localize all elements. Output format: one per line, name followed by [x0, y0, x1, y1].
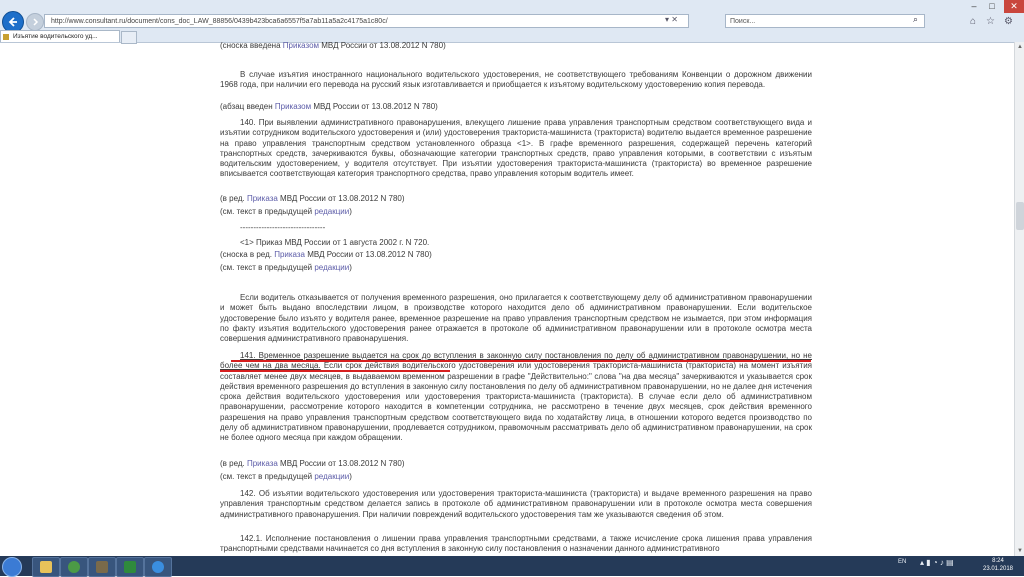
- chrome-icon: [68, 561, 80, 573]
- maximize-icon[interactable]: □: [984, 0, 1000, 13]
- forward-button[interactable]: [26, 13, 44, 31]
- paragraph-142: 142. Об изъятии водительского удостовере…: [220, 489, 812, 519]
- amendment-note: (в ред. Приказа МВД России от 13.08.2012…: [220, 194, 405, 203]
- refresh-icon[interactable]: ▾ ✕: [665, 15, 678, 24]
- amendment-note: (в ред. Приказа МВД России от 13.08.2012…: [220, 459, 405, 468]
- taskbar-excel[interactable]: [116, 557, 144, 577]
- taskbar-chrome[interactable]: [60, 557, 88, 577]
- taskbar-ie[interactable]: [144, 557, 172, 577]
- paragraph: Если водитель отказывается от получения …: [220, 293, 812, 344]
- paragraph: В случае изъятия иностранного национальн…: [220, 70, 812, 90]
- previous-edition-note: (см. текст в предыдущей редакции): [220, 263, 352, 272]
- link-redaktsii[interactable]: редакции: [314, 472, 349, 481]
- home-icon[interactable]: ⌂: [970, 16, 976, 27]
- previous-edition-note: (см. текст в предыдущей редакции): [220, 472, 352, 481]
- link-prikaz[interactable]: Приказом: [275, 102, 311, 111]
- red-underline: [231, 360, 811, 362]
- clock-time: 8:24: [992, 558, 1004, 564]
- taskbar-explorer[interactable]: [32, 557, 60, 577]
- clock[interactable]: 8:24 23.01.2018: [978, 557, 1018, 573]
- start-button[interactable]: [2, 557, 22, 577]
- tab-title: Изъятие водительского уд...: [13, 33, 98, 40]
- search-input[interactable]: Поиск...: [725, 14, 925, 28]
- search-icon[interactable]: ⌕: [913, 14, 918, 25]
- document-content: (сноска введена Приказом МВД России от 1…: [0, 42, 1014, 556]
- settings-icon[interactable]: ⚙: [1004, 16, 1013, 27]
- taskbar: EN ▴ ▮ ◔ ♪ ▤ 8:24 23.01.2018: [0, 556, 1024, 577]
- excel-icon: [124, 561, 136, 573]
- tab-active[interactable]: Изъятие водительского уд...: [0, 30, 120, 42]
- link-prikaz[interactable]: Приказа: [274, 250, 305, 259]
- red-underline: [220, 370, 450, 372]
- close-icon[interactable]: ✕: [1004, 0, 1024, 13]
- previous-edition-note: (см. текст в предыдущей редакции): [220, 207, 352, 216]
- amendment-note: (абзац введен Приказом МВД России от 13.…: [220, 102, 438, 111]
- amendment-note: (сноска в ред. Приказа МВД России от 13.…: [220, 250, 432, 259]
- paragraph-142-1: 142.1. Исполнение постановления о лишени…: [220, 534, 812, 554]
- taskbar-game[interactable]: [88, 557, 116, 577]
- arrow-right-icon: [33, 18, 39, 26]
- arrow-left-icon: [8, 17, 17, 27]
- link-redaktsii[interactable]: редакции: [314, 263, 349, 272]
- tray-icons[interactable]: ▴ ▮ ◔ ♪ ▤: [920, 558, 954, 567]
- separator: --------------------------------: [240, 223, 326, 232]
- footnote-intro: (сноска введена Приказом МВД России от 1…: [220, 42, 446, 50]
- game-icon: [96, 561, 108, 573]
- address-bar[interactable]: http://www.consultant.ru/document/cons_d…: [44, 14, 689, 28]
- scroll-down-icon[interactable]: ▼: [1015, 546, 1024, 556]
- folder-icon: [40, 561, 52, 573]
- paragraph-text: Если срок действия водительского удостов…: [220, 361, 812, 443]
- link-redaktsii[interactable]: редакции: [314, 207, 349, 216]
- favorites-icon[interactable]: ☆: [986, 16, 995, 27]
- ie-icon: [152, 561, 164, 573]
- link-prikaz[interactable]: Приказа: [247, 459, 278, 468]
- browser-toolbar: http://www.consultant.ru/document/cons_d…: [0, 0, 1024, 44]
- vertical-scrollbar[interactable]: ▲ ▼: [1014, 42, 1024, 556]
- link-prikaz[interactable]: Приказом: [283, 42, 319, 50]
- scroll-up-icon[interactable]: ▲: [1015, 42, 1024, 52]
- language-indicator[interactable]: EN: [898, 559, 906, 565]
- paragraph-141: 141. Временное разрешение выдается на ср…: [220, 351, 812, 444]
- scrollbar-thumb[interactable]: [1016, 202, 1024, 230]
- clock-date: 23.01.2018: [982, 566, 1014, 572]
- minimize-icon[interactable]: –: [966, 0, 982, 13]
- page-favicon-icon: [3, 34, 9, 40]
- footnote-1: <1> Приказ МВД России от 1 августа 2002 …: [240, 238, 430, 247]
- paragraph-140: 140. При выявлении административного пра…: [220, 118, 812, 179]
- link-prikaz[interactable]: Приказа: [247, 194, 278, 203]
